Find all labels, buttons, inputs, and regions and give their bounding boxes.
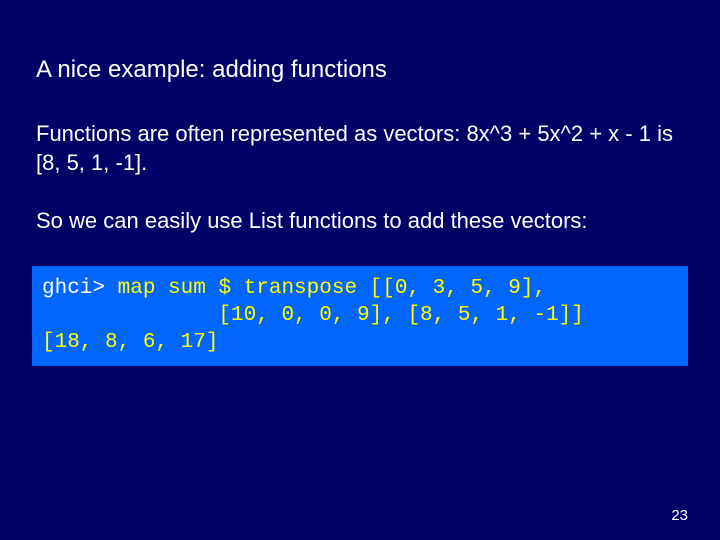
code-block: ghci> map sum $ transpose [[0, 3, 5, 9],… xyxy=(32,266,688,367)
paragraph-2: So we can easily use List functions to a… xyxy=(36,207,684,236)
code-text-1: map sum $ transpose [[0, 3, 5, 9], xyxy=(118,277,546,300)
code-line-3: [18, 8, 6, 17] xyxy=(42,330,678,357)
ghci-prompt: ghci> xyxy=(42,277,118,300)
page-number: 23 xyxy=(671,507,688,524)
code-line-2: [10, 0, 0, 9], [8, 5, 1, -1]] xyxy=(42,303,678,330)
code-line-1: ghci> map sum $ transpose [[0, 3, 5, 9], xyxy=(42,276,678,303)
slide: A nice example: adding functions Functio… xyxy=(0,0,720,540)
paragraph-1: Functions are often represented as vecto… xyxy=(36,120,684,177)
slide-title: A nice example: adding functions xyxy=(36,56,684,84)
